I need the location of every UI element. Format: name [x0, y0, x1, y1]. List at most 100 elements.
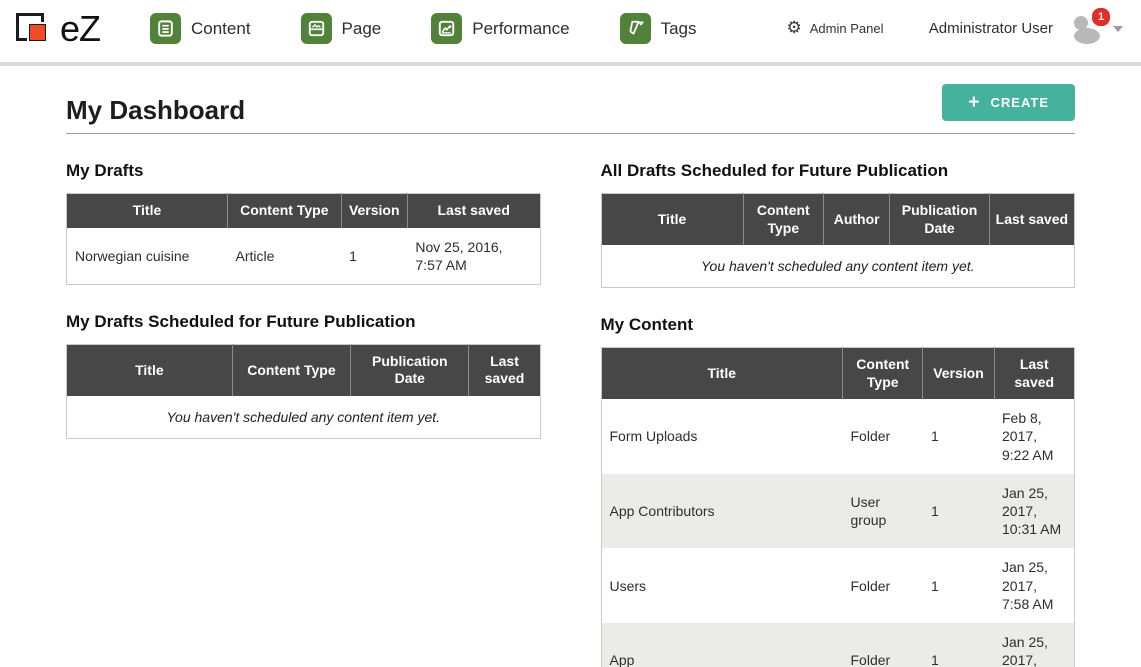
admin-panel-label: Admin Panel	[810, 21, 884, 36]
header-row: TitleContent TypeVersionLast saved	[67, 194, 541, 228]
notification-badge[interactable]: 1	[1091, 7, 1111, 27]
right-column: All Drafts Scheduled for Future Publicat…	[601, 134, 1076, 667]
table-cell: User group	[843, 474, 923, 549]
empty-message: You haven't scheduled any content item y…	[67, 396, 541, 439]
nav-item-performance[interactable]: Performance	[431, 13, 569, 44]
create-button-label: CREATE	[991, 95, 1049, 110]
table-cell: 1	[341, 228, 407, 285]
performance-icon	[431, 13, 462, 44]
table-row[interactable]: AppFolder1Jan 25, 2017, 7:55 AM	[601, 623, 1075, 667]
chevron-down-icon[interactable]	[1113, 26, 1123, 32]
my-drafts-scheduled-section: My Drafts Scheduled for Future Publicati…	[66, 312, 541, 439]
gear-icon: ⚙	[787, 20, 802, 37]
data-table: TitleContent TypePublication DateLast sa…	[66, 344, 541, 439]
header-row: TitleContent TypeVersionLast saved	[601, 348, 1075, 400]
user-avatar[interactable]: 1	[1067, 14, 1105, 44]
dashboard-content: My Dashboard + CREATE My Drafts TitleCon…	[0, 66, 1141, 667]
nav-item-content[interactable]: Content	[150, 13, 251, 44]
table-cell: 1	[923, 623, 994, 667]
section-title: My Drafts Scheduled for Future Publicati…	[66, 312, 541, 332]
page-title: My Dashboard	[66, 96, 245, 125]
logo-orange-square	[27, 22, 48, 43]
all-drafts-scheduled-table: TitleContent TypeAuthorPublication DateL…	[601, 193, 1076, 288]
section-title: My Content	[601, 315, 1076, 335]
column-header: Last saved	[994, 348, 1075, 400]
table-cell: Jan 25, 2017, 7:58 AM	[994, 548, 1075, 623]
table-cell: Form Uploads	[601, 399, 843, 474]
column-header: Last saved	[407, 194, 540, 228]
column-header: Title	[67, 344, 233, 396]
nav-label: Content	[191, 19, 251, 39]
column-header: Author	[824, 194, 890, 246]
ez-logo-icon	[12, 8, 58, 50]
column-header: Last saved	[989, 194, 1074, 246]
page-icon	[301, 13, 332, 44]
table-cell: Folder	[843, 399, 923, 474]
column-header: Publication Date	[351, 344, 469, 396]
data-table: TitleContent TypeAuthorPublication DateL…	[601, 193, 1076, 288]
table-cell: 1	[923, 474, 994, 549]
column-header: Content Type	[743, 194, 823, 246]
table-cell: Article	[227, 228, 341, 285]
column-header: Title	[67, 194, 228, 228]
column-header: Title	[601, 194, 743, 246]
data-table: TitleContent TypeVersionLast savedNorweg…	[66, 193, 541, 285]
table-cell: Norwegian cuisine	[67, 228, 228, 285]
top-navigation-bar: eZ Content Page Performance	[0, 0, 1141, 57]
content-icon	[150, 13, 181, 44]
column-header: Content Type	[227, 194, 341, 228]
table-cell: Folder	[843, 623, 923, 667]
table-row[interactable]: Form UploadsFolder1Feb 8, 2017, 9:22 AM	[601, 399, 1075, 474]
column-header: Title	[601, 348, 843, 400]
table-cell: Jan 25, 2017, 7:55 AM	[994, 623, 1075, 667]
table-cell: 1	[923, 548, 994, 623]
column-header: Publication Date	[890, 194, 989, 246]
table-cell: Jan 25, 2017, 10:31 AM	[994, 474, 1075, 549]
user-area: Administrator User 1	[929, 14, 1123, 44]
my-content-section: My Content TitleContent TypeVersionLast …	[601, 315, 1076, 667]
header-row: TitleContent TypeAuthorPublication DateL…	[601, 194, 1075, 246]
app-window: eZ Content Page Performance	[0, 0, 1141, 667]
table-cell: Nov 25, 2016, 7:57 AM	[407, 228, 540, 285]
tags-icon	[620, 13, 651, 44]
table-row[interactable]: UsersFolder1Jan 25, 2017, 7:58 AM	[601, 548, 1075, 623]
table-cell: Users	[601, 548, 843, 623]
my-content-table: TitleContent TypeVersionLast savedForm U…	[601, 347, 1076, 667]
nav-label: Page	[342, 19, 382, 39]
data-table: TitleContent TypeVersionLast savedForm U…	[601, 347, 1076, 667]
column-header: Last saved	[469, 344, 540, 396]
all-drafts-scheduled-section: All Drafts Scheduled for Future Publicat…	[601, 161, 1076, 288]
empty-message: You haven't scheduled any content item y…	[601, 245, 1075, 288]
table-cell: App	[601, 623, 843, 667]
create-button[interactable]: + CREATE	[942, 84, 1075, 121]
header-row: TitleContent TypePublication DateLast sa…	[67, 344, 541, 396]
table-cell: Feb 8, 2017, 9:22 AM	[994, 399, 1075, 474]
table-row[interactable]: App ContributorsUser group1Jan 25, 2017,…	[601, 474, 1075, 549]
column-header: Version	[923, 348, 994, 400]
column-header: Content Type	[232, 344, 350, 396]
column-header: Version	[341, 194, 407, 228]
table-row[interactable]: Norwegian cuisineArticle1Nov 25, 2016, 7…	[67, 228, 541, 285]
nav-item-tags[interactable]: Tags	[620, 13, 697, 44]
ez-logo[interactable]: eZ	[12, 8, 122, 50]
my-drafts-table: TitleContent TypeVersionLast savedNorweg…	[66, 193, 541, 285]
admin-panel-button[interactable]: ⚙ Admin Panel	[787, 20, 884, 37]
nav-label: Performance	[472, 19, 569, 39]
nav-item-page[interactable]: Page	[301, 13, 382, 44]
user-name: Administrator User	[929, 20, 1053, 37]
left-column: My Drafts TitleContent TypeVersionLast s…	[66, 134, 541, 667]
table-cell: App Contributors	[601, 474, 843, 549]
nav-label: Tags	[661, 19, 697, 39]
section-title: All Drafts Scheduled for Future Publicat…	[601, 161, 1076, 181]
table-cell: Folder	[843, 548, 923, 623]
column-header: Content Type	[843, 348, 923, 400]
plus-icon: +	[968, 93, 980, 112]
my-drafts-section: My Drafts TitleContent TypeVersionLast s…	[66, 161, 541, 285]
empty-row: You haven't scheduled any content item y…	[601, 245, 1075, 288]
dashboard-grid: My Drafts TitleContent TypeVersionLast s…	[66, 134, 1075, 667]
table-cell: 1	[923, 399, 994, 474]
empty-row: You haven't scheduled any content item y…	[67, 396, 541, 439]
my-drafts-scheduled-table: TitleContent TypePublication DateLast sa…	[66, 344, 541, 439]
main-nav: Content Page Performance Tags	[150, 13, 747, 44]
page-header: My Dashboard + CREATE	[66, 66, 1075, 134]
